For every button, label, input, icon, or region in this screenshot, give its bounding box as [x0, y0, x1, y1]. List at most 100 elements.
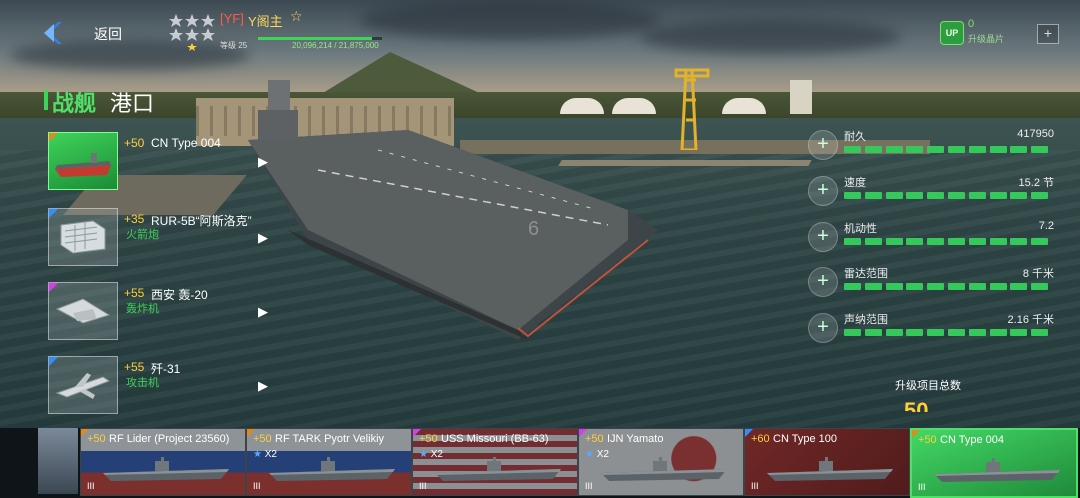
stat-value: 7.2: [1038, 220, 1054, 232]
ship-bonus: +50: [87, 433, 106, 445]
equipment-bonus: +55: [124, 360, 145, 374]
stat-segment: [906, 192, 924, 199]
stat-segment: [906, 329, 924, 336]
stat-label: 机动性: [844, 223, 877, 235]
equipment-thumbnail[interactable]: [48, 208, 118, 266]
equipment-slot[interactable]: +35 RUR-5B“阿斯洛克” 火箭炮 ▶: [48, 208, 278, 270]
ship-name: CN Type 004: [940, 434, 1005, 446]
stat-segment: [1010, 192, 1028, 199]
chevron-right-icon[interactable]: ▶: [258, 154, 268, 170]
favorite-star-icon: ☆: [290, 8, 303, 24]
title-accent-bar: [44, 90, 48, 110]
ship-card[interactable]: +60 CN Type 100 III: [744, 428, 910, 496]
rarity-corner: [49, 283, 58, 292]
equipment-name: RUR-5B“阿斯洛克”: [151, 214, 252, 228]
stat-value: 15.2 节: [1018, 177, 1054, 189]
equipment-name: 西安 轰-20: [151, 288, 208, 302]
control-tower: [790, 80, 812, 114]
back-button[interactable]: [40, 20, 70, 46]
ship-card[interactable]: +50 RF Lider (Project 23560) III: [80, 428, 246, 496]
ship-card[interactable]: +50 RF TARK Pyotr Velikiy ★ X2 III: [246, 428, 412, 496]
stat-segment: [1010, 329, 1028, 336]
stat-value: 8 千米: [1022, 268, 1054, 280]
player-level: 等级 25: [220, 41, 248, 50]
equipment-type: 轰炸机: [126, 303, 159, 315]
equipment-slot[interactable]: +55 西安 轰-20 轰炸机 ▶: [48, 282, 278, 344]
rank-stars-icon: [169, 14, 215, 51]
stat-label: 耐久: [844, 131, 866, 143]
previous-ship-card[interactable]: [38, 428, 78, 494]
star-icon: ★: [585, 449, 597, 460]
stat-segment: [864, 329, 882, 336]
stat-bar: [844, 329, 1052, 337]
stat-segment: [1031, 283, 1049, 290]
stat-segment: [989, 283, 1007, 290]
equipment-type: 火箭炮: [126, 229, 159, 241]
ship-tier: III: [87, 481, 95, 491]
stat-upgrade-plus-button[interactable]: +: [808, 222, 838, 252]
stat-segment: [948, 192, 965, 199]
player-name[interactable]: Y阁主: [248, 11, 283, 30]
equipment-thumbnail[interactable]: [48, 132, 118, 190]
stat-segment: [927, 192, 945, 199]
chip-count: 0: [968, 18, 975, 30]
chevron-right-icon[interactable]: ▶: [258, 230, 268, 246]
stat-segment: [1010, 283, 1028, 290]
chevron-right-icon[interactable]: ▶: [258, 378, 268, 394]
stat-segment: [989, 238, 1007, 245]
svg-text:6: 6: [528, 218, 539, 240]
xp-text: 20,096,214 / 21,875,000: [292, 41, 379, 50]
clan-tag[interactable]: [YF]: [220, 11, 244, 26]
crane: [674, 68, 710, 150]
star-icon: ★: [253, 449, 265, 460]
ship-bonus: +50: [918, 434, 937, 446]
equipment-slot[interactable]: +55 歼-31 攻击机 ▶: [48, 356, 278, 418]
back-label[interactable]: 返回: [94, 24, 122, 44]
stat-segment: [864, 146, 882, 153]
stat-segment: [927, 238, 945, 245]
chip-label: 升级晶片: [968, 34, 1005, 44]
stat-label: 声纳范围: [844, 314, 888, 326]
ship-card[interactable]: +50 IJN Yamato ★ X2 III: [578, 428, 744, 496]
ship-silhouette-icon: [601, 457, 727, 481]
stat-upgrade-plus-button[interactable]: +: [808, 130, 838, 160]
stat-segment: [968, 283, 986, 290]
stat-segment: [927, 283, 945, 290]
ship-bonus: +50: [585, 433, 604, 445]
stat-segment: [1010, 146, 1028, 153]
add-chips-button[interactable]: +: [1037, 24, 1059, 44]
stat-segment: [844, 329, 861, 336]
stat-bar: [844, 283, 1052, 291]
equipment-thumbnail[interactable]: [48, 282, 118, 340]
ship-silhouette-icon: [767, 457, 893, 481]
back-arrow-icon: [44, 22, 62, 44]
stat-segment: [844, 283, 861, 290]
stat-value: 2.16 千米: [1007, 314, 1054, 326]
equipment-thumbnail[interactable]: [48, 356, 118, 414]
ship-silhouette-icon: [435, 457, 561, 481]
page-title: 战舰: [52, 91, 97, 116]
stat-segment: [927, 146, 945, 153]
equipment-slot[interactable]: +50 CN Type 004 ▶: [48, 132, 278, 194]
stat-segment: [1031, 329, 1049, 336]
stat-label: 速度: [844, 177, 866, 189]
ship-card[interactable]: +50 USS Missouri (BB-63) ★ X2 III: [412, 428, 578, 496]
ship-card[interactable]: +50 CN Type 004 III: [910, 428, 1078, 498]
equipment-name: CN Type 004: [151, 136, 221, 150]
ship-silhouette-icon: [934, 458, 1060, 482]
stat-segment: [906, 146, 924, 153]
stat-upgrade-plus-button[interactable]: +: [808, 313, 838, 343]
stat-segment: [885, 283, 903, 290]
stat-upgrade-plus-button[interactable]: +: [808, 267, 838, 297]
stat-segment: [844, 192, 861, 199]
stat-segment: [948, 146, 965, 153]
rarity-corner: [49, 357, 58, 366]
stat-segment: [844, 146, 861, 153]
chevron-right-icon[interactable]: ▶: [258, 304, 268, 320]
stat-row: + 声纳范围 2.16 千米: [808, 311, 1060, 355]
stat-upgrade-plus-button[interactable]: +: [808, 176, 838, 206]
upgrade-total-value: 50: [904, 398, 929, 412]
equipment-bonus: +50: [124, 136, 145, 150]
stat-segment: [906, 283, 924, 290]
ship-bonus: +50: [253, 433, 272, 445]
